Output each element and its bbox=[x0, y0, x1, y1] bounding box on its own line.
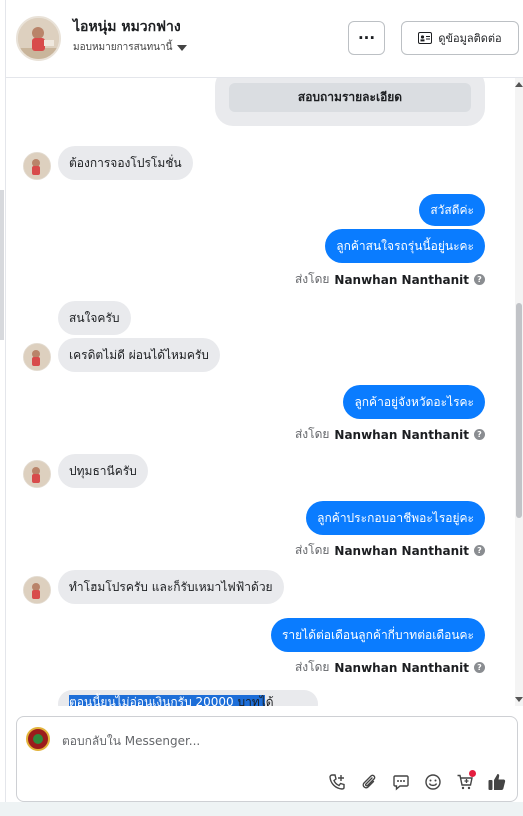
sent-by-label: ส่งโดย Nanwhan Nanthanit ? bbox=[295, 270, 485, 289]
composer-toolbar bbox=[327, 770, 507, 792]
assign-label: มอบหมายการสนทนานี้ bbox=[73, 42, 173, 53]
selected-text: ตอนนี้ยนไม่อ่อนเงินกรับ 20000 bbox=[69, 695, 234, 706]
saved-replies-icon[interactable] bbox=[391, 772, 411, 792]
message-card: สอบถามรายละเอียด bbox=[215, 78, 485, 126]
attachment-icon[interactable] bbox=[359, 772, 379, 792]
incoming-message-partial: ตอนนี้ยนไม่อ่อนเงินกรับ 20000 บาทได้ bbox=[58, 690, 318, 706]
sender-name: Nanwhan Nanthanit bbox=[334, 543, 469, 558]
assign-conversation-dropdown[interactable]: มอบหมายการสนทนานี้ bbox=[73, 40, 188, 55]
incoming-message: ทำโฮมโปรครับ และก็รับเหมาไฟฟ้าด้วย bbox=[58, 570, 284, 604]
incoming-message: สนใจครับ bbox=[58, 301, 131, 335]
contact-card-icon bbox=[418, 32, 433, 44]
sent-by-label: ส่งโดย Nanwhan Nanthanit ? bbox=[295, 658, 485, 677]
page-bottom-bar bbox=[0, 802, 523, 816]
more-icon: ··· bbox=[357, 29, 376, 47]
sent-by-label: ส่งโดย Nanwhan Nanthanit ? bbox=[295, 541, 485, 560]
outgoing-message: สวัสดีค่ะ bbox=[419, 194, 485, 226]
partial-message-text: ตอนนี้ยนไม่อ่อนเงินกรับ 20000 บาทได้ bbox=[69, 693, 274, 706]
inquiry-details-button[interactable]: สอบถามรายละเอียด bbox=[229, 83, 471, 112]
outgoing-message: ลูกค้าอยู่จังหวัดอะไรคะ bbox=[343, 385, 485, 419]
caret-down-icon bbox=[177, 44, 188, 51]
sender-avatar bbox=[23, 576, 51, 604]
message-list[interactable]: สอบถามรายละเอียด ต้องการจองโปรโมชั่น สวั… bbox=[6, 78, 517, 706]
conversation-header: ไอหนุ่ม หมวกฟาง มอบหมายการสนทนานี้ ··· ด… bbox=[6, 0, 523, 78]
help-icon[interactable]: ? bbox=[474, 429, 485, 440]
help-icon[interactable]: ? bbox=[474, 274, 485, 285]
help-icon[interactable]: ? bbox=[474, 662, 485, 673]
unselected-text: บาทได้ bbox=[233, 695, 274, 706]
outgoing-message: ลูกค้าประกอบอาชีพอะไรอยู่คะ bbox=[306, 501, 485, 535]
contact-avatar[interactable] bbox=[16, 16, 61, 61]
incoming-message: ปทุมธานีครับ bbox=[58, 454, 148, 488]
contact-name[interactable]: ไอหนุ่ม หมวกฟาง bbox=[73, 16, 181, 38]
sender-avatar bbox=[23, 152, 51, 180]
message-scrollbar[interactable] bbox=[515, 78, 523, 706]
sent-by-prefix: ส่งโดย bbox=[294, 543, 330, 557]
outgoing-message: ลูกค้าสนใจรถรุ่นนี้อยู่นะคะ bbox=[325, 229, 485, 263]
scroll-up-arrow-icon[interactable] bbox=[515, 82, 523, 87]
sent-by-label: ส่งโดย Nanwhan Nanthanit ? bbox=[295, 425, 485, 444]
page-avatar bbox=[26, 727, 50, 751]
sender-avatar bbox=[23, 343, 51, 371]
shop-cart-icon[interactable] bbox=[455, 770, 476, 792]
sender-name: Nanwhan Nanthanit bbox=[334, 427, 469, 442]
sent-by-prefix: ส่งโดย bbox=[294, 427, 330, 441]
sender-name: Nanwhan Nanthanit bbox=[334, 660, 469, 675]
left-edge-marker bbox=[0, 190, 4, 340]
reply-composer[interactable]: ตอบกลับใน Messenger... bbox=[16, 716, 518, 802]
call-add-icon[interactable] bbox=[327, 772, 347, 792]
scroll-down-arrow-icon[interactable] bbox=[515, 697, 523, 702]
notification-dot bbox=[469, 770, 476, 777]
sender-name: Nanwhan Nanthanit bbox=[334, 272, 469, 287]
thumbs-up-icon[interactable] bbox=[487, 772, 507, 792]
emoji-icon[interactable] bbox=[423, 772, 443, 792]
outgoing-message: รายได้ต่อเดือนลูกค้ากี่บาทต่อเดือนคะ bbox=[270, 618, 485, 652]
incoming-message: เครดิตไม่ดี ผ่อนได้ไหมครับ bbox=[58, 338, 220, 372]
sent-by-prefix: ส่งโดย bbox=[294, 272, 330, 286]
sent-by-prefix: ส่งโดย bbox=[294, 660, 330, 674]
reply-input[interactable]: ตอบกลับใน Messenger... bbox=[62, 732, 200, 751]
help-icon[interactable]: ? bbox=[474, 545, 485, 556]
scrollbar-thumb[interactable] bbox=[516, 303, 522, 518]
sender-avatar bbox=[23, 460, 51, 488]
more-options-button[interactable]: ··· bbox=[348, 21, 385, 55]
incoming-message: ต้องการจองโปรโมชั่น bbox=[58, 146, 193, 180]
view-contact-button[interactable]: ดูข้อมูลติดต่อ bbox=[401, 21, 519, 55]
view-contact-label: ดูข้อมูลติดต่อ bbox=[438, 32, 502, 45]
